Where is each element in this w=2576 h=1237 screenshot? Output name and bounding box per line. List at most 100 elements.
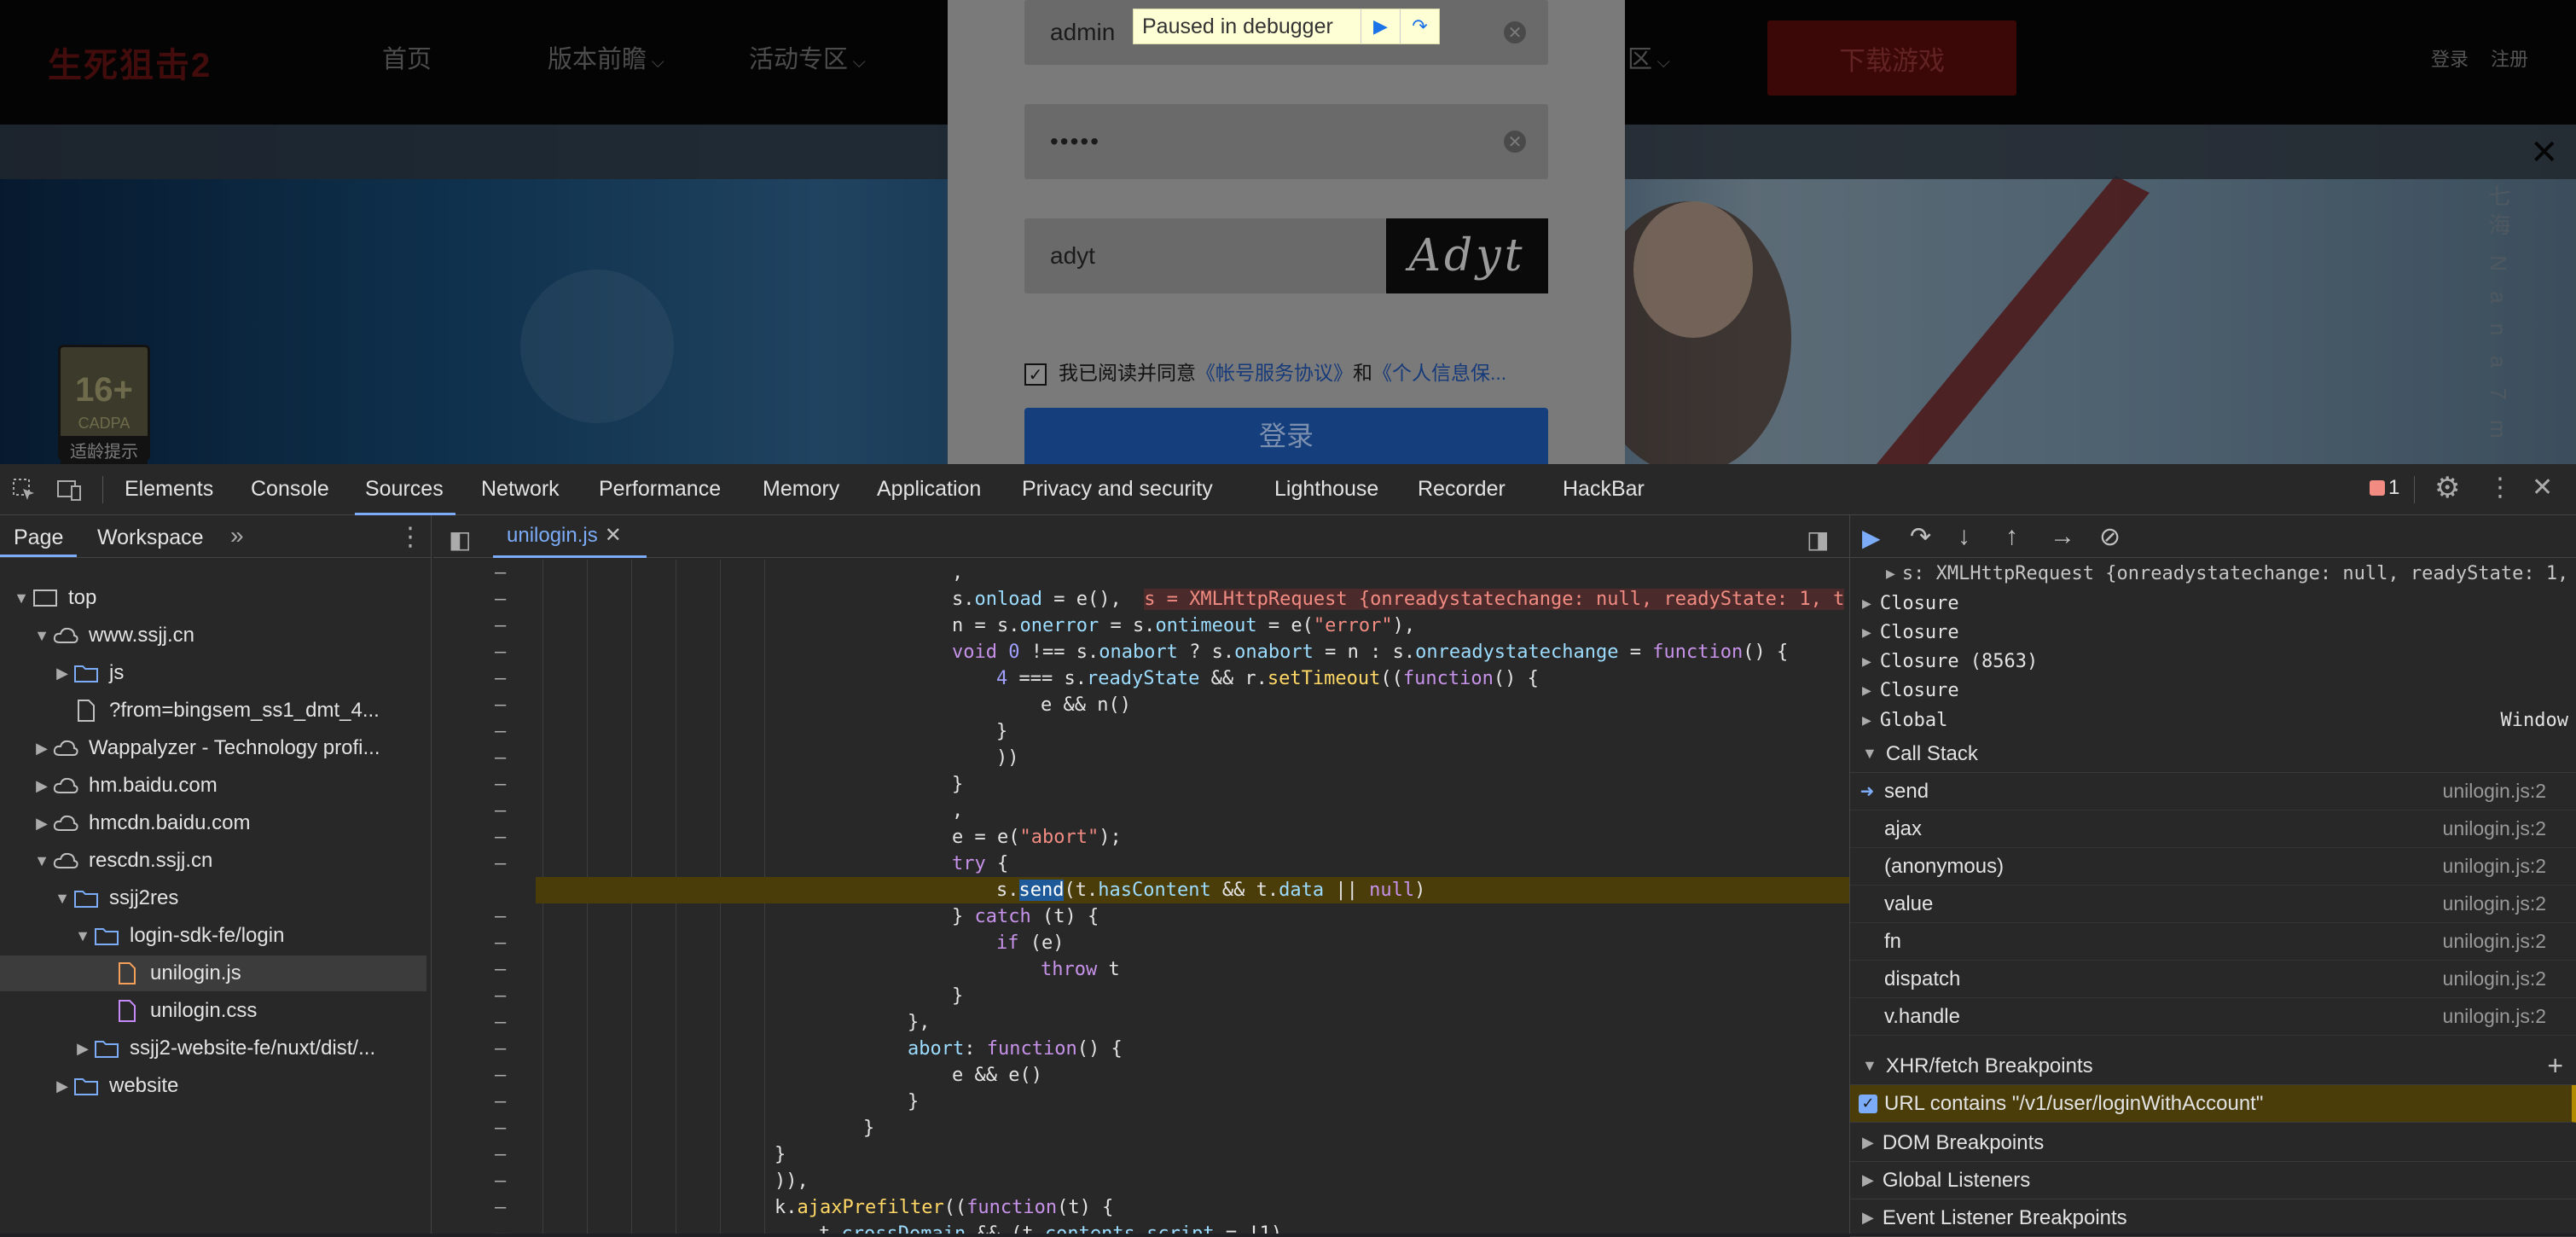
tab-recorder[interactable]: Recorder xyxy=(1418,477,1506,502)
privacy-link[interactable]: 《个人信息保... xyxy=(1372,357,1506,386)
expand-arrow-icon[interactable]: ▶ xyxy=(32,777,51,795)
resume-icon[interactable]: ▶︎ xyxy=(1862,524,1881,552)
call-frame[interactable]: ➜ send unilogin.js:2 xyxy=(1850,773,2576,810)
code-line: – n = s.onerror = s.ontimeout = e("error"… xyxy=(495,615,1416,636)
tree-item[interactable]: ▶ website xyxy=(0,1068,426,1104)
expand-arrow-icon[interactable]: ▶ xyxy=(73,1040,92,1058)
scope-global[interactable]: ▶ Global Window xyxy=(1850,705,2576,735)
tab-elements[interactable]: Elements xyxy=(125,477,213,502)
call-frame[interactable]: v.handle unilogin.js:2 xyxy=(1850,998,2576,1036)
call-stack-header[interactable]: ▼ Call Stack xyxy=(1850,735,2576,773)
call-frame[interactable]: dispatch unilogin.js:2 xyxy=(1850,961,2576,998)
tab-application[interactable]: Application xyxy=(877,477,981,502)
scope-local-s[interactable]: ▶ s: XMLHttpRequest {onreadystatechange:… xyxy=(1850,558,2576,589)
tab-network[interactable]: Network xyxy=(481,477,560,502)
xhr-breakpoints-header[interactable]: ▼ XHR/fetch Breakpoints + xyxy=(1850,1048,2576,1085)
subtab-page[interactable]: Page xyxy=(14,526,63,550)
toggle-debugger-icon[interactable]: ◨ xyxy=(1807,526,1829,554)
password-field[interactable]: ••••• ✕ xyxy=(1024,104,1548,179)
call-frame-location[interactable]: unilogin.js:2 xyxy=(2443,780,2546,803)
tab-hackbar[interactable]: HackBar xyxy=(1563,477,1645,502)
collapse-arrow-icon[interactable]: ▼ xyxy=(12,589,31,607)
dom-breakpoints-header[interactable]: ▶ DOM Breakpoints xyxy=(1850,1124,2576,1162)
tree-item[interactable]: ▼ login-sdk-fe/login xyxy=(0,918,426,954)
source-code[interactable]: –, – s.onload = e(), s = XMLHttpRequest {… xyxy=(433,560,1849,1234)
call-frame-location[interactable]: unilogin.js:2 xyxy=(2443,817,2546,840)
call-frame-location[interactable]: unilogin.js:2 xyxy=(2443,855,2546,878)
captcha-image[interactable]: Adyt xyxy=(1386,218,1548,293)
login-submit-button[interactable]: 登录 xyxy=(1024,408,1548,464)
device-toolbar-icon[interactable] xyxy=(56,478,84,502)
subtab-workspace[interactable]: Workspace xyxy=(97,526,204,550)
toggle-navigator-icon[interactable]: ◧ xyxy=(449,526,471,554)
expand-arrow-icon[interactable]: ▶ xyxy=(53,665,72,682)
call-frame[interactable]: (anonymous) unilogin.js:2 xyxy=(1850,848,2576,886)
xhr-breakpoint-item[interactable]: ✓ URL contains "/v1/user/loginWithAccoun… xyxy=(1850,1085,2576,1123)
agree-checkbox[interactable]: ✓ xyxy=(1024,363,1047,386)
tab-console[interactable]: Console xyxy=(251,477,329,502)
step-out-icon[interactable]: ↑ xyxy=(2005,522,2018,551)
inspect-element-icon[interactable] xyxy=(12,478,36,502)
collapse-arrow-icon[interactable]: ▼ xyxy=(53,890,72,908)
call-frame-location[interactable]: unilogin.js:2 xyxy=(2443,930,2546,953)
navigator-menu-icon[interactable]: ⋮ xyxy=(397,522,423,552)
tab-memory[interactable]: Memory xyxy=(763,477,839,502)
issues-counter[interactable]: 1 xyxy=(2370,476,2399,500)
event-listener-breakpoints-header[interactable]: ▶ Event Listener Breakpoints xyxy=(1850,1199,2576,1237)
step-over-icon[interactable]: ↷ xyxy=(1400,9,1439,44)
captcha-field[interactable]: adyt xyxy=(1024,218,1386,293)
deactivate-breakpoints-icon[interactable]: ⊘ xyxy=(2099,522,2121,552)
call-frame-location[interactable]: unilogin.js:2 xyxy=(2443,1005,2546,1028)
expand-arrow-icon[interactable]: ▶ xyxy=(53,1077,72,1095)
tree-item[interactable]: ▼ rescdn.ssjj.cn xyxy=(0,843,426,879)
scope-closure[interactable]: ▶ Closure xyxy=(1850,618,2576,647)
tab-sources[interactable]: Sources xyxy=(365,477,444,502)
clear-icon[interactable]: ✕ xyxy=(1504,21,1526,44)
collapse-arrow-icon[interactable]: ▼ xyxy=(32,627,51,645)
clear-icon[interactable]: ✕ xyxy=(1504,131,1526,153)
call-frame[interactable]: value unilogin.js:2 xyxy=(1850,886,2576,923)
step-over-icon[interactable]: ↷ xyxy=(1910,522,1931,552)
xhr-breakpoint-checkbox[interactable]: ✓ xyxy=(1859,1094,1877,1113)
tab-privacy-and-security[interactable]: Privacy and security xyxy=(1022,477,1213,502)
add-breakpoint-icon[interactable]: + xyxy=(2547,1050,2563,1082)
scope-closure[interactable]: ▶ Closure (8563) xyxy=(1850,647,2576,676)
service-agreement-link[interactable]: 《帐号服务协议》 xyxy=(1196,357,1353,386)
resume-icon[interactable]: ▶︎ xyxy=(1361,9,1400,44)
tab-performance[interactable]: Performance xyxy=(599,477,721,502)
expand-arrow-icon[interactable]: ▶ xyxy=(32,815,51,833)
global-listeners-header[interactable]: ▶ Global Listeners xyxy=(1850,1162,2576,1199)
call-frame-function: value xyxy=(1884,891,1934,915)
tree-item[interactable]: ▶ hmcdn.baidu.com xyxy=(0,805,426,841)
close-devtools-icon[interactable]: ✕ xyxy=(2532,473,2553,502)
more-options-icon[interactable]: ⋮ xyxy=(2487,473,2513,502)
tree-item[interactable]: ▶ hm.baidu.com xyxy=(0,768,426,804)
cloud-icon xyxy=(51,626,80,645)
step-icon[interactable]: → xyxy=(2050,522,2075,551)
tree-item[interactable]: ▼ ssjj2res xyxy=(0,880,426,916)
tree-item[interactable]: ▼ www.ssjj.cn xyxy=(0,618,426,653)
call-frame[interactable]: ajax unilogin.js:2 xyxy=(1850,810,2576,848)
call-frame-location[interactable]: unilogin.js:2 xyxy=(2443,967,2546,990)
tree-item[interactable]: unilogin.js xyxy=(0,955,426,991)
step-into-icon[interactable]: ↓ xyxy=(1958,522,1970,551)
scope-closure[interactable]: ▶ Closure xyxy=(1850,676,2576,705)
close-tab-icon[interactable]: ✕ xyxy=(605,523,622,548)
tab-lighthouse[interactable]: Lighthouse xyxy=(1274,477,1378,502)
collapse-arrow-icon[interactable]: ▼ xyxy=(73,927,92,945)
gear-icon[interactable]: ⚙ xyxy=(2434,471,2460,505)
tree-item[interactable]: unilogin.css xyxy=(0,993,426,1029)
file-tab-unilogin[interactable]: unilogin.js ✕ xyxy=(493,515,647,558)
expand-arrow-icon: ▶ xyxy=(1862,1171,1874,1188)
expand-arrow-icon[interactable]: ▶ xyxy=(32,740,51,758)
tree-item[interactable]: ▼ top xyxy=(0,580,426,616)
tree-item[interactable]: ▶ js xyxy=(0,655,426,691)
more-tabs-icon[interactable]: » xyxy=(230,522,244,549)
call-frame[interactable]: fn unilogin.js:2 xyxy=(1850,923,2576,961)
tree-item[interactable]: ▶ Wappalyzer - Technology profi... xyxy=(0,730,426,766)
call-frame-location[interactable]: unilogin.js:2 xyxy=(2443,892,2546,915)
tree-item[interactable]: ?from=bingsem_ss1_dmt_4... xyxy=(0,693,426,729)
tree-item[interactable]: ▶ ssjj2-website-fe/nuxt/dist/... xyxy=(0,1031,426,1066)
collapse-arrow-icon[interactable]: ▼ xyxy=(32,852,51,870)
scope-closure[interactable]: ▶ Closure xyxy=(1850,589,2576,618)
